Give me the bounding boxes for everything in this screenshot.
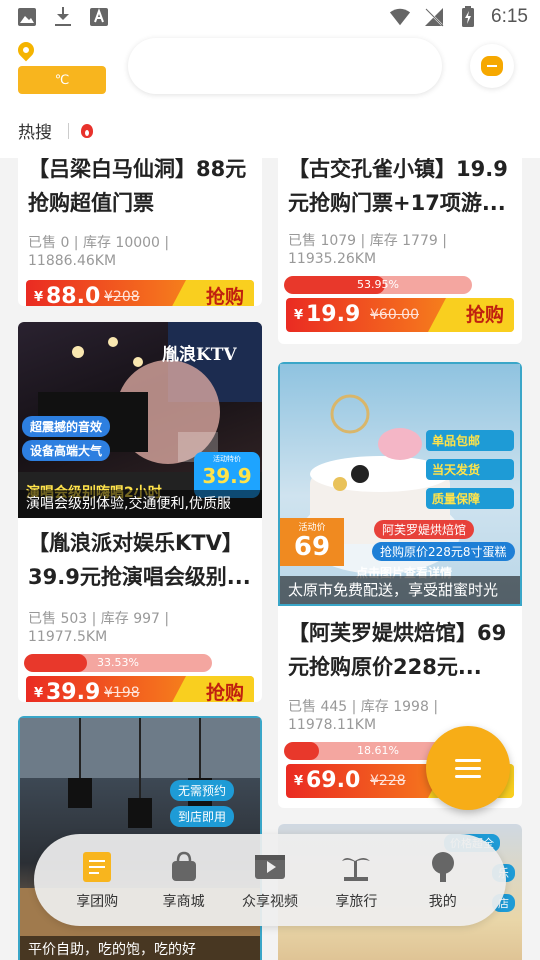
nav-item-video[interactable]: 众享视频	[228, 849, 312, 911]
nav-item-group-buy[interactable]: 享团购	[55, 849, 139, 911]
image-tag: 到店即用	[170, 806, 235, 827]
video-icon	[252, 849, 288, 885]
battery-icon	[457, 6, 479, 28]
deal-price: 69.0	[306, 768, 361, 793]
nav-item-mall[interactable]: 享商城	[142, 849, 226, 911]
hot-search-row[interactable]: 热搜	[18, 118, 93, 143]
original-price: ¥228	[370, 773, 406, 789]
deal-card[interactable]: 【吕梁白马仙洞】88元抢购超值门票 已售 0 | 库存 10000 | 1188…	[18, 158, 262, 306]
chat-bubble-icon	[481, 56, 503, 76]
deal-title: 【吕梁白马仙洞】88元抢购超值门票	[28, 158, 247, 215]
bottom-nav: 享团购 享商城 众享视频 享旅行 我的	[34, 834, 506, 926]
deal-stats: 已售 445 | 库存 1998 | 11978.11KM	[288, 699, 439, 733]
app-header: ℃ 热搜	[0, 36, 540, 158]
nav-label: 众享视频	[241, 894, 298, 910]
deal-title: 【古交孔雀小镇】19.9元抢购门票+17项游...	[288, 158, 508, 215]
buy-button[interactable]: 抢购	[428, 298, 514, 332]
feature-tag: 单品包邮	[426, 430, 514, 451]
image-caption: 平价自助，吃的饱，吃的好	[20, 936, 260, 960]
nav-label: 我的	[428, 894, 457, 910]
status-bar: 6:15	[0, 0, 540, 36]
original-price: ¥208	[104, 289, 140, 305]
search-input[interactable]	[128, 38, 442, 94]
image-tag: 超震撼的音效	[22, 416, 111, 437]
currency-symbol: ¥	[34, 686, 44, 701]
profile-icon	[425, 849, 461, 885]
price-bar[interactable]: ¥ 39.9 ¥198 抢购	[26, 676, 254, 702]
sales-progress-bar: 53.95%	[284, 276, 472, 294]
hot-search-label: 热搜	[18, 123, 52, 143]
deal-stats: 已售 503 | 库存 997 | 11977.5KM	[28, 611, 170, 645]
nav-item-profile[interactable]: 我的	[401, 849, 485, 911]
nav-label: 享旅行	[335, 894, 378, 910]
nav-item-travel[interactable]: 享旅行	[314, 849, 398, 911]
promo-label: 活动特价	[213, 455, 241, 463]
progress-label: 53.95%	[357, 278, 399, 291]
status-time: 6:15	[491, 6, 528, 27]
no-signal-icon	[423, 6, 445, 28]
shop-name-tag: 阿芙罗媞烘焙馆	[374, 520, 475, 539]
deal-title: 【阿芙罗媞烘焙馆】69元抢购原价228元...	[288, 621, 507, 679]
fire-icon	[81, 123, 93, 138]
deal-stats: 已售 0 | 库存 10000 | 11886.46KM	[28, 235, 170, 269]
deal-card[interactable]: 胤浪KTV 超震撼的音效 设备高端大气 活动特价 39.9 演唱会级别嗨唱2小时…	[18, 322, 262, 702]
ktv-brand-text: 胤浪KTV	[162, 345, 237, 365]
buy-button[interactable]: 抢购	[168, 280, 254, 306]
divider	[68, 122, 69, 139]
image-caption: 演唱会级别体验,交通便利,优质服	[18, 490, 262, 518]
shopping-bag-icon	[166, 849, 202, 885]
menu-icon-line	[455, 766, 481, 770]
deal-stats: 已售 1079 | 库存 1779 | 11935.26KM	[288, 233, 447, 267]
image-caption: 太原市免费配送，享受甜蜜时光	[280, 576, 520, 604]
progress-label: 33.53%	[97, 656, 139, 669]
deal-price: 39.9	[46, 680, 101, 702]
original-price: ¥60.00	[370, 307, 419, 323]
menu-icon-line	[455, 774, 481, 778]
buy-button[interactable]: 抢购	[168, 676, 254, 702]
nav-label: 享商城	[162, 894, 205, 910]
nav-label: 享团购	[76, 894, 119, 910]
promo-price: 69	[293, 532, 331, 562]
price-bar[interactable]: ¥ 19.9 ¥60.00 抢购	[286, 298, 514, 332]
gallery-icon	[16, 6, 38, 28]
weather-badge[interactable]: ℃	[18, 66, 106, 94]
currency-symbol: ¥	[294, 774, 304, 789]
feature-tag: 质量保障	[426, 488, 514, 509]
message-button[interactable]	[470, 44, 514, 88]
promo-price: 39.9	[202, 464, 252, 488]
image-tag: 设备高端大气	[22, 440, 111, 461]
wifi-icon	[389, 6, 411, 28]
sales-progress-bar: 33.53%	[24, 654, 212, 672]
deal-image[interactable]: 单品包邮 当天发货 质量保障 活动价 69 阿芙罗媞烘焙馆 抢购原价228元8寸…	[278, 362, 522, 606]
feature-list: 单品包邮 当天发货 质量保障	[426, 430, 514, 509]
promo-price-badge: 活动价 69	[280, 518, 344, 566]
original-price: ¥198	[104, 685, 140, 701]
location-pin-icon[interactable]	[14, 38, 38, 62]
text-recognition-icon	[88, 6, 110, 28]
deal-price: 19.9	[306, 302, 361, 327]
deal-title: 【胤浪派对娱乐KTV】39.9元抢演唱会级别...	[28, 531, 251, 589]
download-icon	[52, 6, 74, 28]
currency-symbol: ¥	[294, 308, 304, 323]
feature-tag: 当天发货	[426, 459, 514, 480]
ticket-icon	[79, 849, 115, 885]
currency-symbol: ¥	[34, 290, 44, 305]
deal-banner: 抢购原价228元8寸蛋糕	[372, 542, 515, 561]
deal-price: 88.0	[46, 284, 101, 306]
menu-icon-line	[455, 758, 481, 762]
menu-fab-button[interactable]	[426, 726, 510, 810]
price-bar[interactable]: ¥ 88.0 ¥208 抢购	[26, 280, 254, 306]
palm-tree-icon	[338, 849, 374, 885]
image-tag: 无需预约	[170, 780, 235, 801]
deal-card[interactable]: 【古交孔雀小镇】19.9元抢购门票+17项游... 已售 1079 | 库存 1…	[278, 158, 522, 344]
deal-image[interactable]: 胤浪KTV 超震撼的音效 设备高端大气 活动特价 39.9 演唱会级别嗨唱2小时…	[18, 322, 262, 518]
